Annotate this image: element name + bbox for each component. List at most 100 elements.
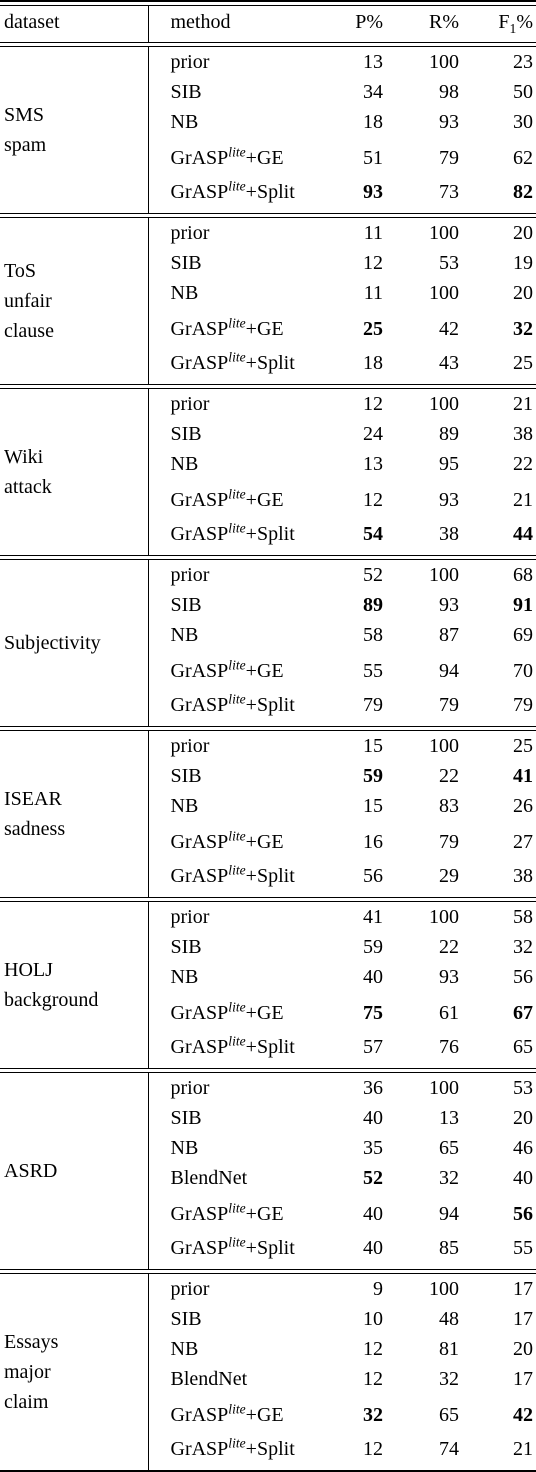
precision-value: 12 — [363, 1438, 383, 1460]
precision-value: 12 — [363, 393, 383, 415]
table-row: HOLJ background prior 41 100 58 — [0, 901, 536, 1011]
method-label: GrASPlite+Split — [147, 517, 320, 556]
recall-value: 93 — [439, 966, 459, 988]
dataset-label: ToS unfair clause — [4, 260, 54, 342]
precision-value: 57 — [363, 1036, 383, 1058]
recall-value: 22 — [439, 936, 459, 958]
precision-value: 54 — [363, 523, 383, 545]
precision-value: 34 — [363, 81, 383, 103]
f1-value: 65 — [513, 1036, 533, 1058]
precision-value: 16 — [363, 831, 383, 853]
recall-value: 100 — [429, 282, 459, 304]
recall-value: 13 — [439, 1107, 459, 1129]
dataset-label: ISEAR sadness — [4, 788, 66, 840]
precision-value: 18 — [363, 111, 383, 133]
precision-value: 51 — [363, 147, 383, 169]
f1-value: 40 — [513, 1167, 533, 1189]
recall-value: 100 — [429, 564, 459, 586]
f1-value: 19 — [513, 252, 533, 274]
recall-value: 100 — [429, 735, 459, 757]
f1-value: 25 — [513, 352, 533, 374]
method-label: BlendNet — [147, 1163, 320, 1193]
recall-value: 93 — [439, 489, 459, 511]
precision-value: 75 — [363, 1002, 383, 1024]
f1-value: 68 — [513, 564, 533, 586]
f1-value: 69 — [513, 624, 533, 646]
precision-value: 40 — [363, 966, 383, 988]
dataset-label: Wiki attack — [4, 446, 52, 498]
precision-value: 35 — [363, 1137, 383, 1159]
table-row: ASRD prior 36 100 53 — [0, 1072, 536, 1182]
f1-value: 50 — [513, 81, 533, 103]
precision-value: 41 — [363, 906, 383, 928]
method-label: GrASPlite+GE — [147, 992, 320, 1030]
method-label: prior — [147, 1273, 320, 1304]
recall-value: 79 — [439, 831, 459, 853]
method-label: GrASPlite+GE — [147, 1193, 320, 1231]
dataset-label: Subjectivity — [4, 632, 101, 654]
method-label: GrASPlite+GE — [147, 137, 320, 175]
method-label: NB — [147, 107, 320, 137]
method-label: prior — [147, 217, 320, 248]
method-label: prior — [147, 901, 320, 932]
recall-value: 79 — [439, 147, 459, 169]
recall-value: 93 — [439, 594, 459, 616]
method-label: GrASPlite+Split — [147, 1432, 320, 1471]
precision-value: 12 — [363, 252, 383, 274]
precision-value: 12 — [363, 1368, 383, 1390]
method-label: BlendNet — [147, 1364, 320, 1394]
f1-value: 25 — [513, 735, 533, 757]
method-label: GrASPlite+Split — [147, 1231, 320, 1270]
precision-value: 9 — [373, 1278, 383, 1300]
f1-value: 32 — [513, 318, 533, 340]
table-row: Essays major claim prior 9 100 17 — [0, 1273, 536, 1413]
f1-value: 21 — [513, 393, 533, 415]
method-label: GrASPlite+Split — [147, 859, 320, 898]
header-recall: R% — [429, 11, 459, 33]
method-label: SIB — [147, 248, 320, 278]
method-label: SIB — [147, 590, 320, 620]
recall-value: 76 — [439, 1036, 459, 1058]
precision-value: 79 — [363, 694, 383, 716]
method-label: SIB — [147, 77, 320, 107]
method-label: SIB — [147, 932, 320, 962]
f1-value: 58 — [513, 906, 533, 928]
f1-value: 21 — [513, 489, 533, 511]
recall-value: 100 — [429, 906, 459, 928]
recall-value: 74 — [439, 1438, 459, 1460]
method-label: SIB — [147, 1304, 320, 1334]
method-label: GrASPlite+Split — [147, 175, 320, 214]
precision-value: 40 — [363, 1107, 383, 1129]
f1-value: 38 — [513, 865, 533, 887]
f1-value: 70 — [513, 660, 533, 682]
f1-value: 46 — [513, 1137, 533, 1159]
precision-value: 55 — [363, 660, 383, 682]
method-label: SIB — [147, 419, 320, 449]
precision-value: 12 — [363, 1338, 383, 1360]
method-label: prior — [147, 559, 320, 590]
f1-value: 82 — [513, 181, 533, 203]
method-label: prior — [147, 1072, 320, 1103]
precision-value: 15 — [363, 795, 383, 817]
f1-value: 23 — [513, 51, 533, 73]
precision-value: 11 — [363, 222, 383, 244]
recall-value: 53 — [439, 252, 459, 274]
precision-value: 93 — [363, 181, 383, 203]
f1-value: 38 — [513, 423, 533, 445]
method-label: GrASPlite+GE — [147, 308, 320, 346]
f1-value: 56 — [513, 966, 533, 988]
table-row: ToS unfair clause prior 11 100 20 — [0, 217, 536, 342]
f1-value: 41 — [513, 765, 533, 787]
precision-value: 12 — [363, 489, 383, 511]
header-f1: F1% — [498, 11, 533, 36]
recall-value: 43 — [439, 352, 459, 374]
header-dataset: dataset — [4, 11, 60, 33]
precision-value: 18 — [363, 352, 383, 374]
dataset-label: HOLJ background — [4, 959, 99, 1011]
f1-value: 17 — [513, 1278, 533, 1300]
method-label: NB — [147, 449, 320, 479]
method-label: NB — [147, 962, 320, 992]
precision-value: 13 — [363, 51, 383, 73]
table-row: Wiki attack prior 12 100 21 — [0, 388, 536, 498]
recall-value: 79 — [439, 694, 459, 716]
